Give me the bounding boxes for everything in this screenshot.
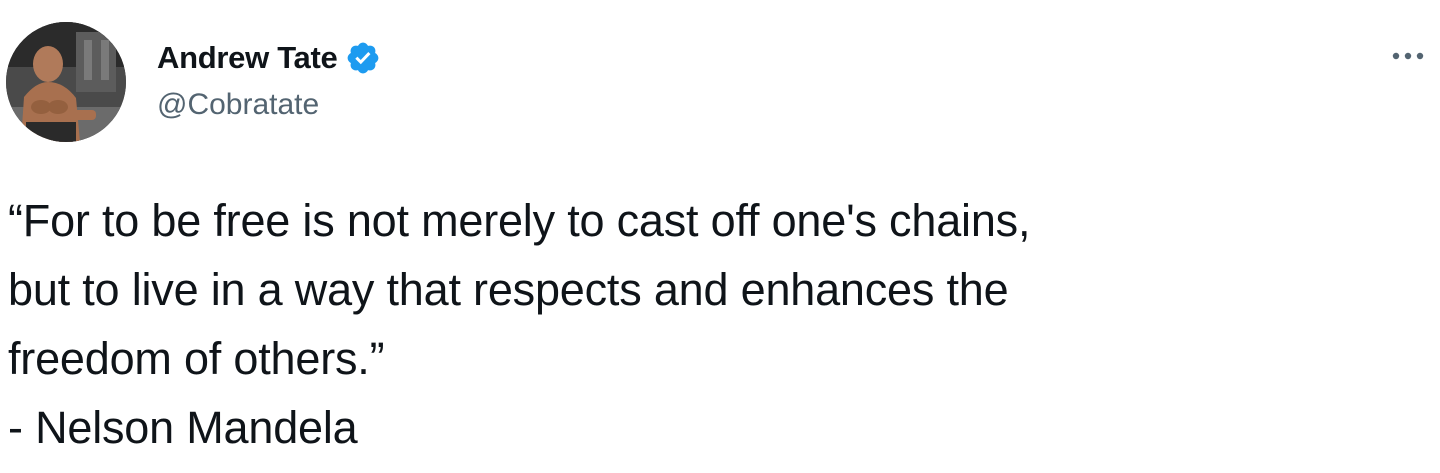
tweet-text-line: but to live in a way that respects and e…	[8, 264, 1009, 315]
author-handle[interactable]: @Cobratate	[157, 88, 319, 122]
tweet-text-line: freedom of others.”	[8, 333, 385, 384]
verified-badge-icon	[345, 40, 381, 76]
tweet-text: “For to be free is not merely to cast of…	[8, 186, 1428, 462]
tweet-text-line: “For to be free is not merely to cast of…	[8, 195, 1031, 246]
author-display-name[interactable]: Andrew Tate	[157, 40, 338, 76]
tweet-card: Andrew Tate @Cobratate “For to be free i…	[0, 0, 1440, 473]
avatar[interactable]	[6, 22, 126, 142]
tweet-text-line: - Nelson Mandela	[8, 402, 358, 453]
avatar-photo	[6, 22, 126, 142]
author-name-row: Andrew Tate	[157, 36, 381, 80]
more-options-button[interactable]	[1384, 36, 1432, 76]
more-options-icon	[1392, 52, 1424, 60]
